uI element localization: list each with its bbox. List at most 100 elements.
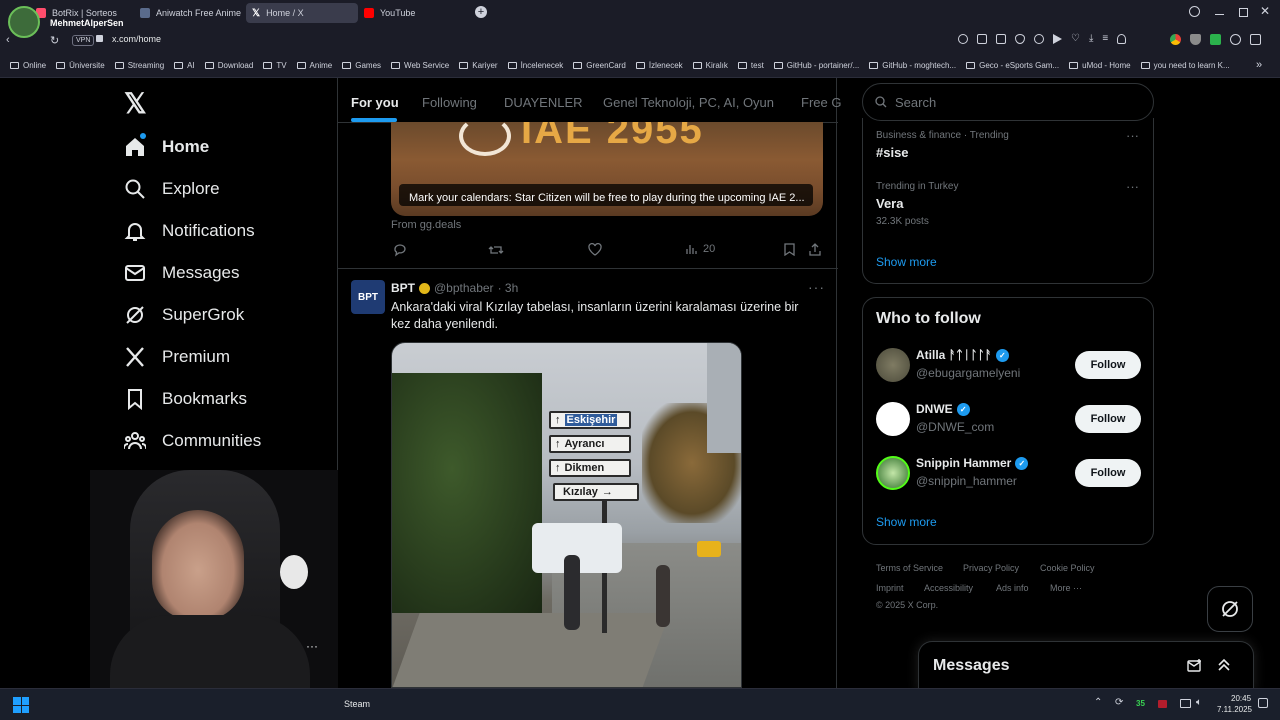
ext-gear-icon[interactable] (1230, 34, 1241, 45)
timeline-tab[interactable]: Free G (801, 95, 841, 110)
expand-up-icon[interactable] (1217, 658, 1231, 672)
tab-aniwatch[interactable]: Aniwatch Free Anime Stre (134, 3, 242, 23)
follow-suggestion[interactable]: Snippin Hammer ✓ @snippin_hammer Follow (863, 456, 1153, 504)
reload-icon[interactable]: ↻ (50, 34, 59, 47)
post-card-media[interactable]: IAE 2955 Mark your calendars: Star Citiz… (391, 122, 823, 216)
bookmark-item[interactable]: Streaming (114, 61, 164, 70)
tab-youtube[interactable]: YouTube (358, 3, 458, 23)
follow-suggestion[interactable]: DNWE ✓ @DNWE_com Follow (863, 402, 1153, 450)
search-tabs-icon[interactable] (1189, 6, 1200, 17)
follow-show-more[interactable]: Show more (876, 515, 937, 529)
trend-item[interactable]: Business & finance · Trending #sise ··· (876, 128, 1146, 160)
bookmark-item[interactable]: Üniversite (56, 61, 105, 70)
trend-more-icon[interactable]: ··· (1126, 128, 1139, 143)
bookmark-item[interactable]: TV (263, 61, 287, 70)
back-icon[interactable]: ‹ (6, 34, 10, 46)
bookmark-item[interactable]: test (737, 61, 764, 70)
nav-item-bookmarks[interactable]: Bookmarks (124, 388, 247, 410)
nav-item-explore[interactable]: Explore (124, 178, 220, 200)
grok-button[interactable] (1207, 586, 1253, 632)
bookmark-item[interactable]: you need to learn K... (1140, 61, 1230, 70)
bookmark-item[interactable]: AI (174, 61, 195, 70)
trend-more-icon[interactable]: ··· (1126, 179, 1139, 194)
tray-time[interactable]: 20:45 (1231, 694, 1251, 703)
edit-icon[interactable] (977, 34, 987, 44)
vpn-badge[interactable]: VPN (72, 35, 95, 46)
post-photo[interactable]: ↑ Eskişehir ↑ Ayrancı ↑ Dikmen Kızılay → (391, 342, 742, 688)
new-tab-button[interactable]: + (475, 6, 487, 18)
chrome-ext-icon[interactable] (1170, 34, 1181, 45)
follow-suggestion[interactable]: Atilla ᚨᛏᛁᛚᛚᚨ ✓ @ebugargamelyeni Follow (863, 348, 1153, 396)
trends-show-more[interactable]: Show more (876, 255, 937, 269)
timeline-tab[interactable]: Genel Teknoloji, PC, AI, Oyun (603, 95, 774, 110)
steam-taskbar-label[interactable]: Steam (344, 699, 370, 709)
tray-badge[interactable]: 35 (1136, 699, 1145, 708)
bookmarks-overflow-icon[interactable]: » (1256, 59, 1262, 71)
tray-sync-icon[interactable]: ⟳ (1115, 697, 1123, 708)
search-page-icon[interactable] (958, 34, 968, 44)
minimize-button[interactable] (1215, 14, 1224, 15)
tab-home-x[interactable]: 𝕏 Home / X (246, 3, 358, 23)
nav-item-communities[interactable]: Communities (124, 430, 261, 452)
ext-puzzle-icon[interactable] (1250, 34, 1261, 45)
tray-red-icon[interactable] (1158, 700, 1167, 708)
download-icon[interactable]: ⤓ (1089, 34, 1093, 44)
bookmark-item[interactable]: Kariyer (459, 61, 498, 70)
new-message-icon[interactable] (1187, 659, 1203, 673)
bookmark-item[interactable]: uMod - Home (1069, 61, 1131, 70)
nav-item-notifications[interactable]: Notifications (124, 220, 255, 242)
nav-item-home[interactable]: Home (124, 133, 209, 158)
notification-center-icon[interactable] (1258, 698, 1268, 708)
footer-link[interactable]: Ads info (996, 583, 1029, 593)
snapshot-icon[interactable] (996, 34, 1006, 44)
bookmark-item[interactable]: Download (204, 61, 253, 70)
avatar[interactable] (876, 402, 910, 436)
bookmark-item[interactable]: Games (342, 61, 381, 70)
bookmark-item[interactable]: İncelenecek (507, 61, 563, 70)
reply-button[interactable] (393, 243, 407, 257)
tray-date[interactable]: 7.11.2025 (1217, 705, 1252, 714)
author-name[interactable]: BPT (391, 281, 415, 295)
avatar[interactable] (876, 348, 910, 382)
network-icon[interactable] (1180, 699, 1191, 708)
author-handle[interactable]: @bpthaber (434, 281, 494, 295)
trend-item[interactable]: Trending in Turkey Vera 32.3K posts ··· (876, 179, 1146, 227)
views-button[interactable]: 20 (685, 243, 715, 255)
bookmark-button[interactable] (784, 243, 795, 256)
nav-item-premium[interactable]: Premium (124, 346, 230, 368)
footer-link[interactable]: More ··· (1050, 583, 1082, 593)
nav-item-messages[interactable]: Messages (124, 262, 239, 284)
follow-button[interactable]: Follow (1075, 351, 1141, 379)
heart-icon[interactable]: ♡ (1071, 34, 1080, 44)
footer-link[interactable]: Terms of Service (876, 563, 943, 573)
share-button[interactable] (809, 243, 821, 256)
like-button[interactable] (588, 243, 602, 256)
bookmark-item[interactable]: GitHub - moghtech... (869, 61, 956, 70)
bookmark-item[interactable]: Geco - eSports Gam... (966, 61, 1059, 70)
ai-icon[interactable] (1034, 34, 1044, 44)
card-source[interactable]: From gg.deals (391, 219, 461, 231)
windows-start-icon[interactable] (13, 697, 29, 713)
menu-icon[interactable]: ≡ (1102, 34, 1108, 44)
account-icon[interactable] (1117, 34, 1127, 44)
avatar[interactable] (876, 456, 910, 490)
footer-link[interactable]: Privacy Policy (963, 563, 1019, 573)
more-menu-icon[interactable]: ··· (306, 639, 318, 653)
maximize-button[interactable] (1239, 8, 1248, 17)
repost-button[interactable] (488, 243, 504, 257)
bookmark-item[interactable]: GreenCard (573, 61, 626, 70)
search-box[interactable]: Search (862, 83, 1154, 121)
x-logo-icon[interactable]: 𝕏 (124, 90, 147, 118)
bookmark-item[interactable]: İzlenecek (635, 61, 683, 70)
timeline-tab[interactable]: For you (351, 95, 399, 110)
more-options-icon[interactable]: ··· (808, 279, 825, 295)
volume-icon[interactable]: 🔈︎ (1196, 697, 1202, 708)
tray-chevron-icon[interactable]: ⌃ (1094, 697, 1102, 708)
timeline-tab[interactable]: DUAYENLER (504, 95, 583, 110)
timeline-tab[interactable]: Following (422, 95, 477, 110)
footer-link[interactable]: Accessibility (924, 583, 973, 593)
follow-button[interactable]: Follow (1075, 405, 1141, 433)
follow-button[interactable]: Follow (1075, 459, 1141, 487)
footer-link[interactable]: Cookie Policy (1040, 563, 1095, 573)
bookmark-item[interactable]: Web Service (391, 61, 449, 70)
